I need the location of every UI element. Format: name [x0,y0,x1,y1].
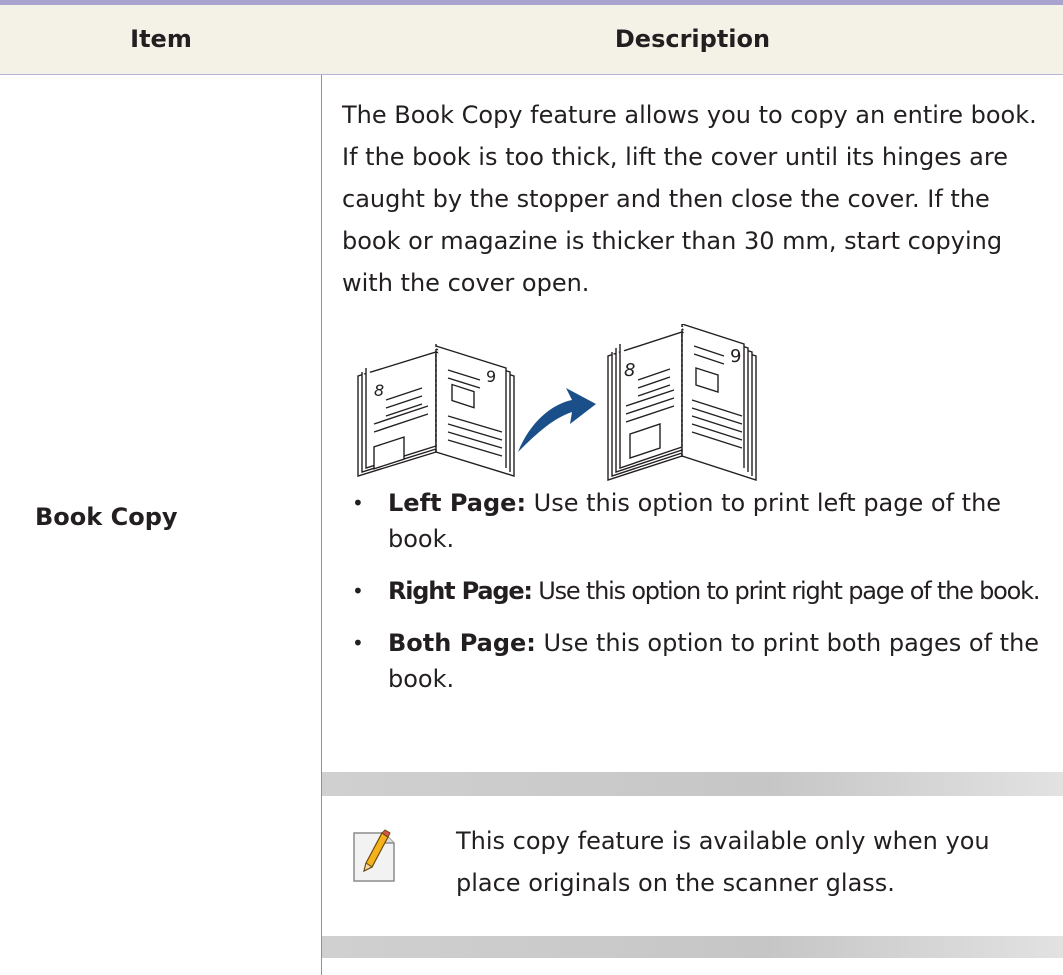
item-book-copy: Book Copy [35,503,178,531]
option-table: Item Description Book Copy The Book Copy… [0,0,1063,975]
list-item: • Left Page: Use this option to print le… [342,485,1063,557]
list-item: • Both Page: Use this option to print bo… [342,625,1063,697]
option-list: • Left Page: Use this option to print le… [342,485,1063,713]
large-book-page-right-number: 9 [730,346,741,367]
bullet-icon: • [352,631,364,655]
large-book-page-left-number: 8 [624,360,635,381]
bullet-icon: • [352,579,364,603]
header-description: Description [614,25,771,53]
table-header-row: Item Description [0,5,1063,75]
option-term: Both Page: [388,629,536,657]
small-book-page-right-number: 9 [486,367,496,386]
note-box: This copy feature is available only when… [322,772,1063,960]
small-book-page-left-number: 8 [374,381,384,400]
bullet-icon: • [352,491,364,515]
note-pencil-icon [353,829,395,882]
list-item: • Right Page: Use this option to print r… [342,573,1063,609]
description-cell: The Book Copy feature allows you to copy… [342,94,1063,693]
note-top-band [322,772,1063,796]
arrow-icon [518,388,596,452]
header-item: Item [130,25,192,53]
option-term: Left Page: [388,489,527,517]
book-copy-illustration: 8 9 8 9 [357,324,757,481]
small-book-icon [357,344,515,477]
note-bottom-band [322,936,1063,958]
option-text: Use this option to print right page of t… [531,577,1040,605]
note-text: This copy feature is available only when… [456,827,990,897]
option-term: Right Page: [388,577,533,605]
description-intro: The Book Copy feature allows you to copy… [342,101,1037,297]
